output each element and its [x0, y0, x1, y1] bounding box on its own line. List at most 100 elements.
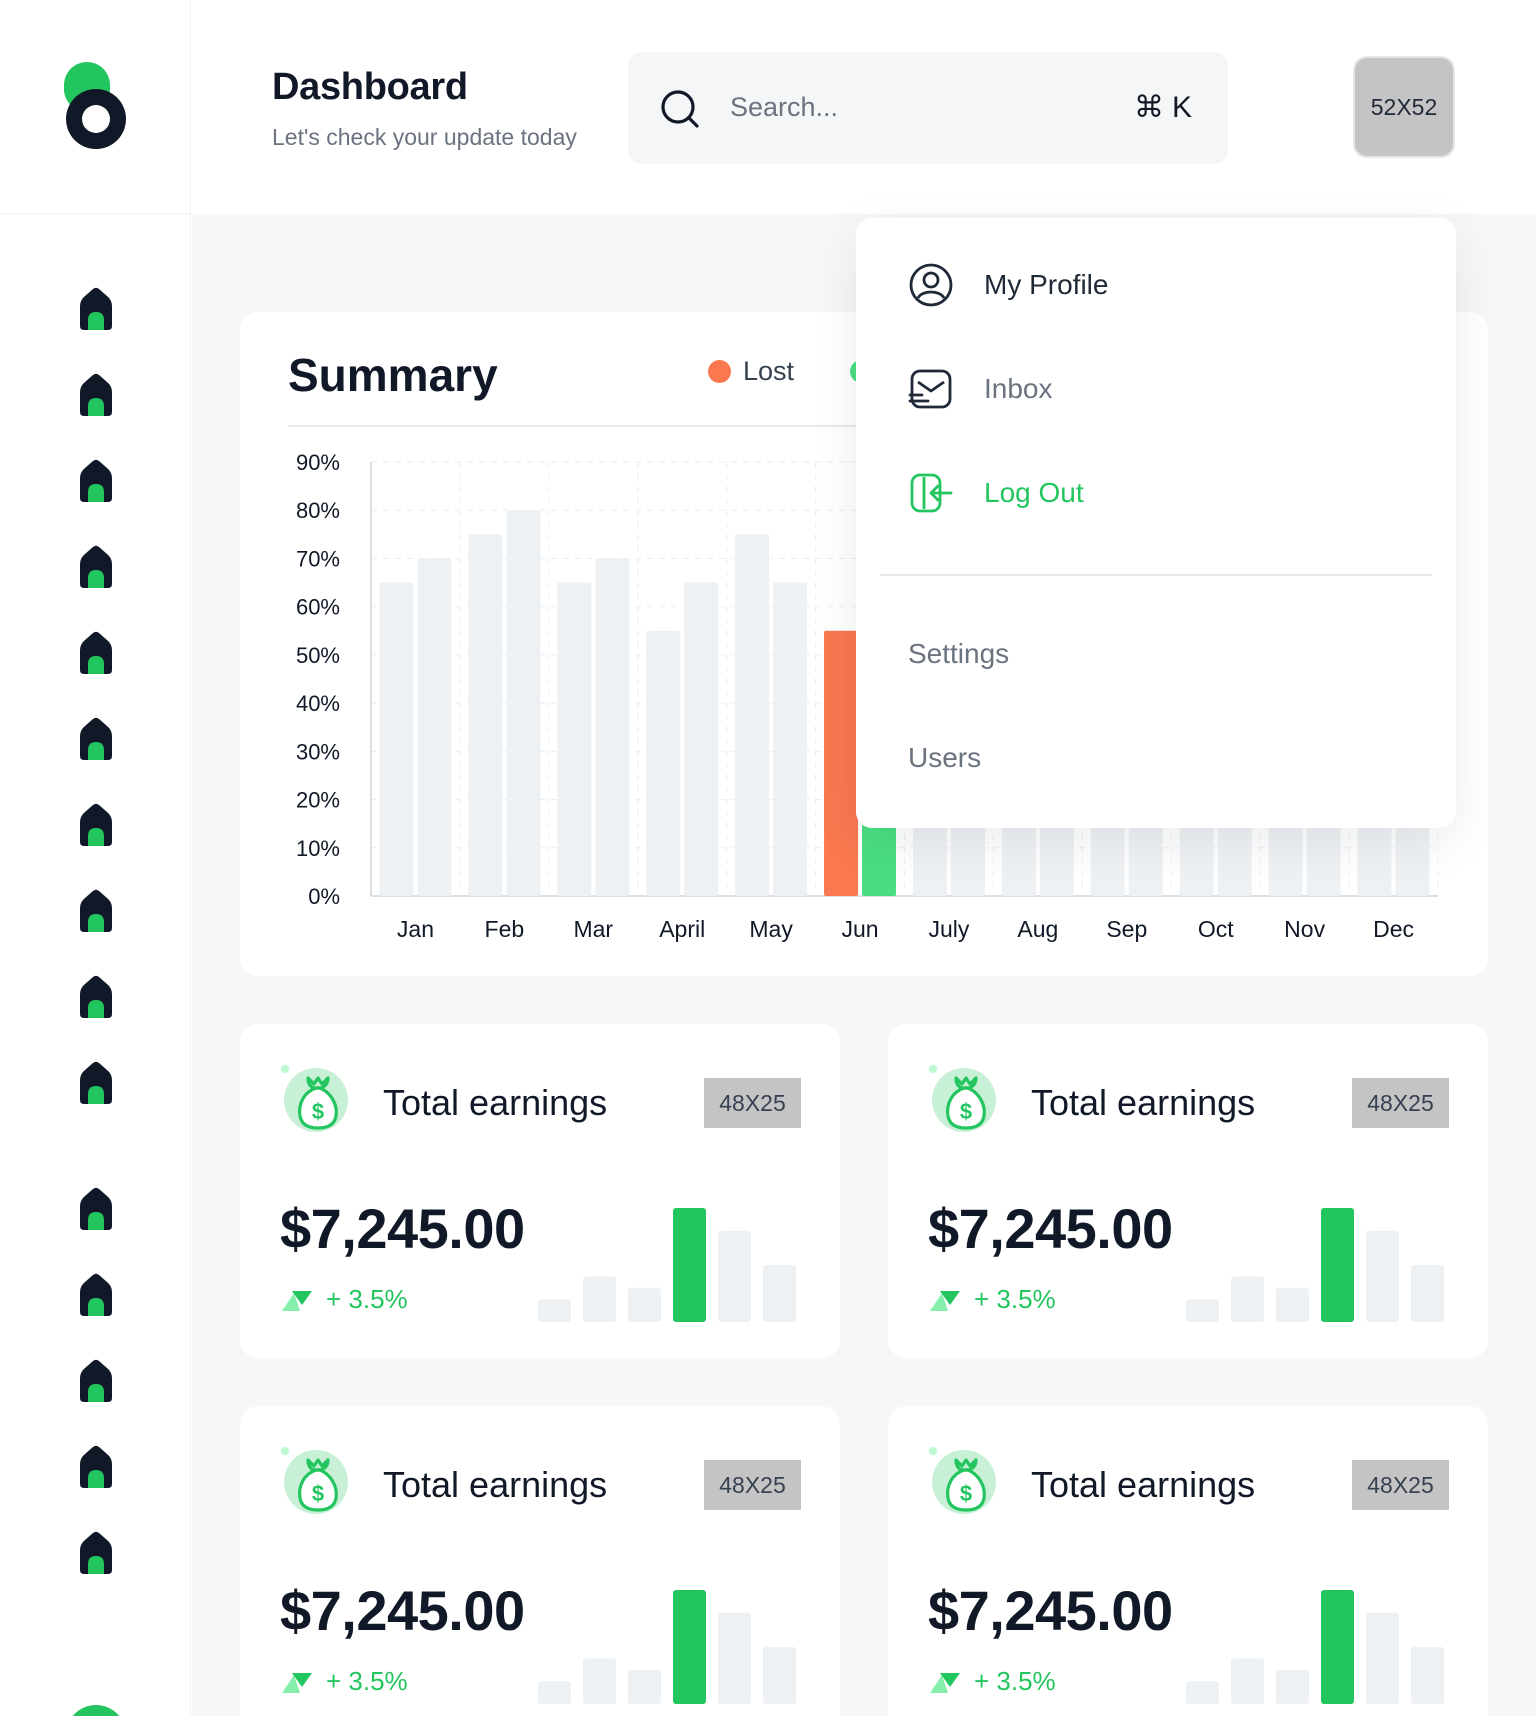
earnings-badge[interactable]: 48X25 [704, 1078, 801, 1128]
mini-chart-bar [583, 1276, 616, 1322]
money-bag-icon: $ [929, 1065, 996, 1132]
search-shortcut: ⌘ K [1134, 90, 1192, 125]
bar-mar-a [557, 582, 592, 896]
bar-mar-b [595, 558, 630, 896]
avatar[interactable]: 52X52 [1353, 56, 1455, 158]
sidebar-item-home[interactable] [74, 974, 118, 1022]
sidebar-item-home[interactable] [74, 630, 118, 678]
profile-dropdown: My Profile Inbox Log Out Settings Users [856, 218, 1456, 828]
trend-up-icon [930, 1672, 960, 1693]
earnings-mini-chart [1186, 1208, 1444, 1322]
earnings-change-pct: + 3.5% [974, 1666, 1056, 1696]
menu-link-settings[interactable]: Settings [908, 638, 1009, 670]
search-input[interactable]: Search... ⌘ K [628, 52, 1228, 164]
y-tick-label: 0% [308, 884, 340, 909]
mini-chart-bar [763, 1647, 796, 1704]
mini-chart-bar [1276, 1287, 1309, 1322]
earnings-badge[interactable]: 48X25 [1352, 1460, 1449, 1510]
menu-item-inbox[interactable]: Inbox [908, 366, 1053, 412]
y-tick-label: 40% [296, 691, 340, 716]
sidebar-item-home[interactable] [74, 1060, 118, 1108]
earnings-value: $7,245.00 [280, 1197, 525, 1260]
sidebar-item-home[interactable] [74, 1186, 118, 1234]
sidebar-item-home[interactable] [74, 1530, 118, 1578]
home-icon [80, 889, 112, 932]
menu-item-label: Inbox [984, 373, 1053, 404]
user-circle-icon [909, 263, 953, 307]
mini-chart-bar [1411, 1647, 1444, 1704]
mini-chart-bar [1366, 1230, 1399, 1322]
x-tick-label: Dec [1373, 916, 1414, 942]
trend-up-icon [282, 1290, 312, 1311]
mini-chart-bar [718, 1230, 751, 1322]
sidebar-item-home[interactable] [74, 1358, 118, 1406]
bar-april-a [646, 630, 681, 896]
sidebar [0, 0, 191, 1716]
earnings-change-pct: + 3.5% [326, 1666, 408, 1696]
sidebar-item-home[interactable] [74, 372, 118, 420]
earnings-card: $ Total earnings 48X25 $7,245.00 + 3.5% [888, 1024, 1488, 1358]
logout-icon [910, 473, 953, 513]
trend-up-icon [282, 1672, 312, 1693]
home-icon [80, 1061, 112, 1104]
svg-text:$: $ [960, 1481, 972, 1506]
sidebar-item-home[interactable] [74, 544, 118, 592]
bar-may-a [735, 534, 770, 896]
sidebar-item-home[interactable] [74, 286, 118, 334]
mini-chart-bar [1186, 1299, 1219, 1322]
home-icon [80, 1187, 112, 1230]
y-tick-label: 60% [296, 595, 340, 620]
menu-item-my-profile[interactable]: My Profile [908, 262, 1108, 308]
home-icon [80, 1531, 112, 1574]
money-bag-icon: $ [929, 1447, 996, 1514]
menu-item-label: Log Out [984, 477, 1084, 508]
sidebar-item-home[interactable] [74, 1444, 118, 1492]
sidebar-item-home[interactable] [74, 802, 118, 850]
earnings-badge[interactable]: 48X25 [704, 1460, 801, 1510]
sidebar-item-home[interactable] [74, 888, 118, 936]
earnings-value: $7,245.00 [928, 1197, 1173, 1260]
mini-chart-bar [1366, 1612, 1399, 1704]
y-tick-label: 70% [296, 546, 340, 571]
sidebar-bottom-icon[interactable] [66, 1705, 126, 1716]
sidebar-item-home[interactable] [74, 1272, 118, 1320]
mini-chart-bar [673, 1208, 706, 1322]
home-icon [80, 545, 112, 588]
bar-jan-a [379, 582, 414, 896]
earnings-title: Total earnings [1031, 1082, 1256, 1123]
page-title: Dashboard [272, 66, 468, 108]
search-placeholder: Search... [730, 92, 839, 122]
home-icon [80, 803, 112, 846]
sidebar-item-home[interactable] [74, 458, 118, 506]
bar-jun-a [824, 630, 859, 896]
y-tick-label: 30% [296, 739, 340, 764]
earnings-badge[interactable]: 48X25 [1352, 1078, 1449, 1128]
home-icon [80, 373, 112, 416]
y-tick-label: 20% [296, 788, 340, 813]
earnings-change-pct: + 3.5% [326, 1284, 408, 1314]
x-tick-label: Nov [1284, 916, 1325, 942]
mini-chart-bar [1231, 1658, 1264, 1704]
x-tick-label: Aug [1017, 916, 1058, 942]
earnings-mini-chart [1186, 1590, 1444, 1704]
page-subtitle: Let's check your update today [272, 124, 577, 150]
earnings-change-pct: + 3.5% [974, 1284, 1056, 1314]
mini-chart-bar [583, 1658, 616, 1704]
earnings-value: $7,245.00 [928, 1579, 1173, 1642]
logo[interactable] [62, 61, 130, 153]
earnings-mini-chart [538, 1208, 796, 1322]
earnings-change: + 3.5% [280, 1666, 408, 1697]
svg-text:$: $ [312, 1481, 324, 1506]
menu-link-users[interactable]: Users [908, 742, 981, 774]
sidebar-item-home[interactable] [74, 716, 118, 764]
money-bag-icon: $ [281, 1065, 348, 1132]
bar-may-b [773, 582, 808, 896]
earnings-card: $ Total earnings 48X25 $7,245.00 + 3.5% [240, 1024, 840, 1358]
logo-box [0, 0, 191, 214]
mini-chart-bar [538, 1299, 571, 1322]
x-tick-label: April [659, 916, 705, 942]
menu-item-log-out[interactable]: Log Out [908, 470, 1084, 516]
mini-chart-bar [628, 1287, 661, 1322]
home-icon [80, 287, 112, 330]
home-icon [80, 1273, 112, 1316]
